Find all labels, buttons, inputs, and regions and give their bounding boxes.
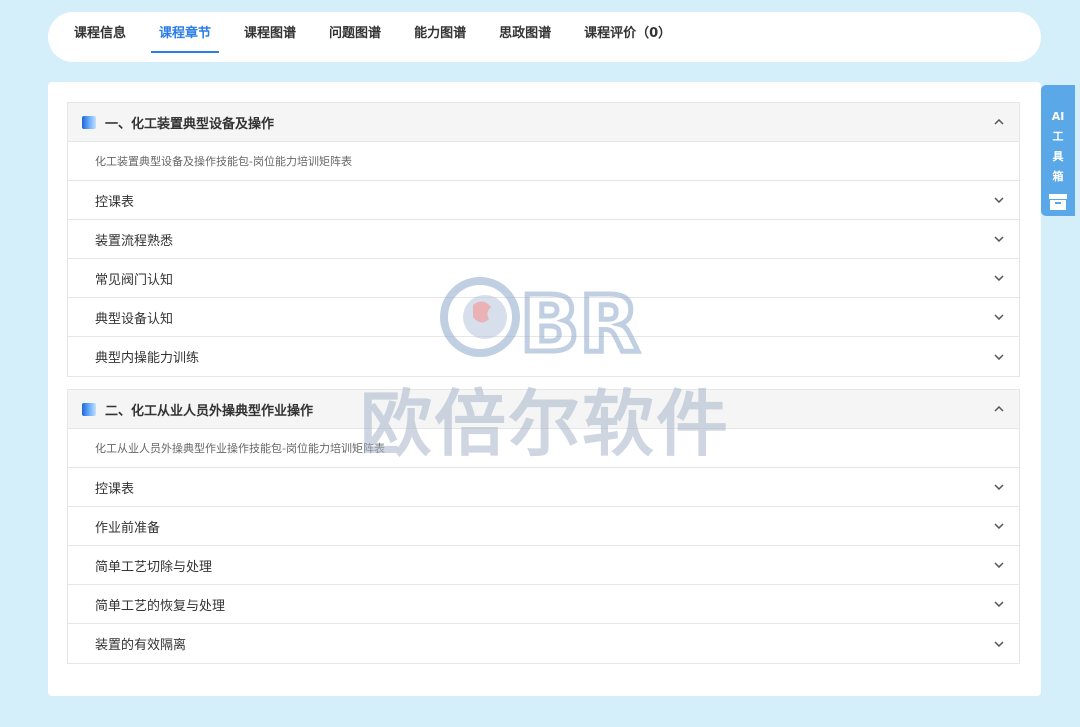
chevron-down-icon[interactable]: [993, 272, 1005, 284]
tab-ideology-map[interactable]: 思政图谱: [499, 12, 551, 62]
lesson-label: 装置的有效隔离: [95, 638, 187, 653]
lesson-item[interactable]: 装置流程熟悉: [68, 220, 1019, 259]
tab-bar: 课程信息 课程章节 课程图谱 问题图谱 能力图谱 思政图谱 课程评价（0）: [48, 12, 1041, 62]
chapter-description: 化工从业人员外操典型作业操作技能包-岗位能力培训矩阵表: [68, 429, 1019, 468]
chevron-down-icon[interactable]: [993, 481, 1005, 493]
chevron-down-icon[interactable]: [993, 233, 1005, 245]
ai-toolbox-label: AI工具箱: [1051, 110, 1065, 183]
book-icon: [82, 115, 96, 129]
lesson-label: 简单工艺的恢复与处理: [95, 598, 226, 614]
lesson-item[interactable]: 作业前准备: [68, 507, 1019, 546]
chevron-down-icon[interactable]: [993, 559, 1005, 571]
lesson-label: 典型设备认知: [95, 311, 174, 327]
tab-course-evaluation[interactable]: 课程评价（0）: [584, 12, 671, 62]
lesson-label: 控课表: [95, 481, 135, 497]
lesson-label: 常见阀门认知: [95, 272, 174, 288]
chevron-down-icon[interactable]: [993, 351, 1005, 363]
lesson-item[interactable]: 简单工艺切除与处理: [68, 546, 1019, 585]
tab-ability-map[interactable]: 能力图谱: [414, 12, 466, 62]
chevron-up-icon[interactable]: [993, 116, 1005, 128]
chevron-down-icon[interactable]: [993, 194, 1005, 206]
chapter-panel: 一、化工装置典型设备及操作 化工装置典型设备及操作技能包-岗位能力培训矩阵表 控…: [48, 82, 1041, 696]
lesson-label: 典型内操能力训练: [95, 351, 200, 366]
chapter-description: 化工装置典型设备及操作技能包-岗位能力培训矩阵表: [68, 142, 1019, 181]
chapter-title: 二、化工从业人员外操典型作业操作: [105, 403, 314, 419]
lesson-item[interactable]: 控课表: [68, 468, 1019, 507]
chapter-section-2: 二、化工从业人员外操典型作业操作 化工从业人员外操典型作业操作技能包-岗位能力培…: [67, 389, 1020, 664]
lesson-item[interactable]: 典型设备认知: [68, 298, 1019, 337]
chapter-section-1: 一、化工装置典型设备及操作 化工装置典型设备及操作技能包-岗位能力培训矩阵表 控…: [67, 102, 1020, 377]
chapter-header-2[interactable]: 二、化工从业人员外操典型作业操作: [68, 390, 1019, 429]
lesson-item[interactable]: 典型内操能力训练: [68, 337, 1019, 376]
toolbox-icon: [1048, 193, 1068, 215]
chapter-title: 一、化工装置典型设备及操作: [105, 116, 275, 132]
lesson-item[interactable]: 装置的有效隔离: [68, 624, 1019, 663]
lesson-label: 装置流程熟悉: [95, 233, 174, 249]
lesson-item[interactable]: 常见阀门认知: [68, 259, 1019, 298]
tab-course-info[interactable]: 课程信息: [74, 12, 126, 62]
chevron-up-icon[interactable]: [993, 403, 1005, 415]
chevron-down-icon[interactable]: [993, 598, 1005, 610]
lesson-item[interactable]: 控课表: [68, 181, 1019, 220]
chapter-header-1[interactable]: 一、化工装置典型设备及操作: [68, 103, 1019, 142]
lesson-label: 简单工艺切除与处理: [95, 559, 213, 575]
chevron-down-icon[interactable]: [993, 638, 1005, 650]
book-icon: [82, 402, 96, 416]
tab-course-chapters[interactable]: 课程章节: [151, 12, 220, 62]
lesson-label: 控课表: [95, 194, 135, 210]
tab-problem-map[interactable]: 问题图谱: [329, 12, 381, 62]
ai-toolbox-button[interactable]: AI工具箱: [1041, 85, 1075, 216]
tab-course-map[interactable]: 课程图谱: [244, 12, 296, 62]
chevron-down-icon[interactable]: [993, 311, 1005, 323]
lesson-item[interactable]: 简单工艺的恢复与处理: [68, 585, 1019, 624]
lesson-label: 作业前准备: [95, 520, 161, 536]
chevron-down-icon[interactable]: [993, 520, 1005, 532]
